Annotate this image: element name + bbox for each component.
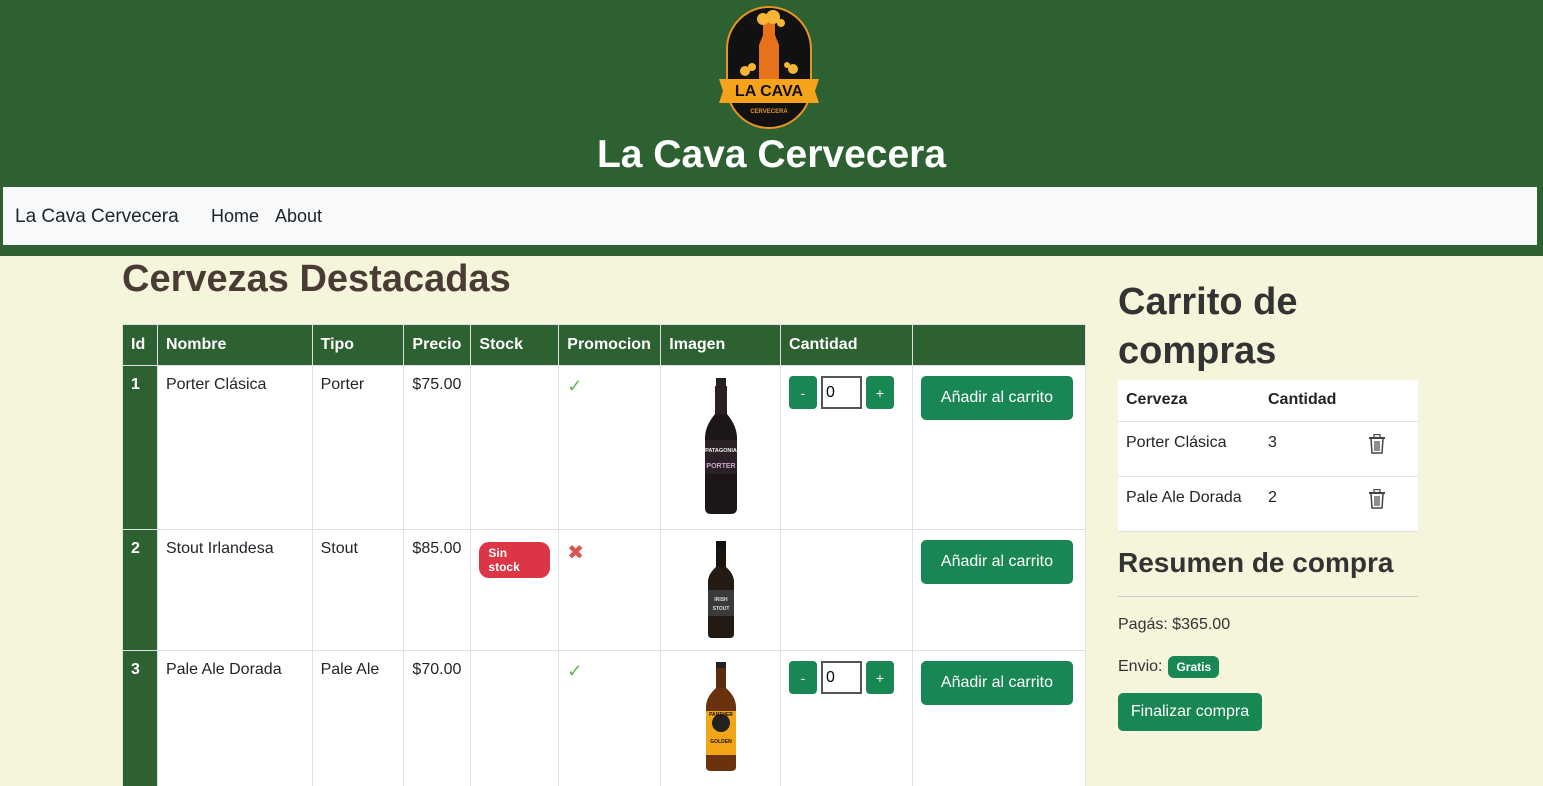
pale-ale-bottle-image: PANTHER GOLDEN [705,662,736,771]
col-nombre: Nombre [156,324,313,366]
decrement-button[interactable]: - [789,661,818,694]
col-precio: Precio [403,324,472,366]
trash-icon[interactable] [1368,488,1386,509]
porter-bottle-image: PATAGONIA PORTER [704,378,737,514]
free-shipping-badge: Gratis [1168,656,1220,678]
cross-icon: ✖ [567,542,585,564]
logo-text: LA CAVA [735,83,804,100]
bottle-label: IRISH [714,597,728,603]
logo-subtext: CERVECERA [750,109,788,115]
cart-item-actions [1360,476,1418,532]
col-cantidad: Cantidad [780,324,913,366]
trash-icon[interactable] [1368,433,1386,454]
cart-item-name: Pale Ale Dorada [1118,476,1260,532]
site-title: La Cava Cervecera [596,133,947,176]
increment-button[interactable]: + [866,376,895,409]
row-id: 2 [122,529,158,651]
bottle-label2: PORTER [706,463,735,470]
row-id: 3 [122,650,158,786]
bottle-label2: STOUT [712,606,729,612]
check-icon: ✓ [567,661,583,681]
col-imagen: Imagen [660,324,782,366]
row-precio: $70.00 [403,650,472,786]
products-table: Id Nombre Tipo Precio Stock Promocion Im… [122,324,1087,786]
total-pay-text: Pagás: $365.00 [1118,616,1231,633]
cart-table: Cerveza Cantidad Porter Clásica 3 Pale A… [1118,380,1418,532]
nav-link-about[interactable]: About [275,206,322,227]
row-stock [470,365,560,530]
shipping-label: Envio: [1118,658,1163,675]
add-to-cart-button[interactable]: Añadir al carrito [920,376,1073,420]
row-id: 1 [122,365,158,530]
cart-header-row: Cerveza Cantidad [1118,380,1418,422]
table-row: 2 Stout Irlandesa Stout $85.00 Sin stock… [122,529,1087,651]
row-cantidad [780,529,913,651]
row-precio: $85.00 [403,529,472,651]
col-stock: Stock [470,324,560,366]
nav-link-home[interactable]: Home [211,206,259,227]
cart-row: Porter Clásica 3 [1118,421,1418,477]
row-nombre: Porter Clásica [156,365,313,530]
cart-item-qty: 2 [1260,476,1360,532]
shipping-row: Envio: Gratis [1118,656,1220,678]
cart-col-actions [1360,380,1418,422]
row-promocion: ✖ [558,529,662,651]
summary-divider [1118,596,1418,597]
bottle-label: PANTHER [709,712,733,718]
table-row: 1 Porter Clásica Porter $75.00 ✓ PATAGON… [122,365,1087,530]
finish-purchase-button[interactable]: Finalizar compra [1118,693,1262,731]
col-id: Id [122,324,158,366]
navbar: La Cava Cervecera Home About [3,187,1537,245]
row-tipo: Pale Ale [311,650,405,786]
cart-item-actions [1360,421,1418,477]
row-promocion: ✓ [558,365,662,530]
table-row: 3 Pale Ale Dorada Pale Ale $70.00 ✓ PANT… [122,650,1087,786]
bottle-label2: GOLDEN [710,739,732,745]
cart-col-cerveza: Cerveza [1118,380,1260,422]
la-cava-logo: LA CAVA CERVECERA [719,6,819,129]
row-imagen: PANTHER GOLDEN [660,650,782,786]
cart-item-qty: 3 [1260,421,1360,477]
row-stock [470,650,560,786]
col-tipo: Tipo [311,324,405,366]
cart-item-name: Porter Clásica [1118,421,1260,477]
row-nombre: Stout Irlandesa [156,529,313,651]
row-actions: Añadir al carrito [911,365,1087,530]
featured-title: Cervezas Destacadas [122,258,511,300]
summary-title: Resumen de compra [1118,547,1394,578]
add-to-cart-button[interactable]: Añadir al carrito [920,661,1073,705]
row-promocion: ✓ [558,650,662,786]
row-imagen: PATAGONIA PORTER [660,365,782,530]
row-actions: Añadir al carrito [911,650,1087,786]
navbar-brand[interactable]: La Cava Cervecera [15,206,179,228]
row-nombre: Pale Ale Dorada [156,650,313,786]
row-cantidad: - + [780,365,913,530]
col-promocion: Promocion [558,324,662,366]
row-actions: Añadir al carrito [911,529,1087,651]
bottle-label: PATAGONIA [705,448,737,454]
cart-title: Carrito de compras [1118,281,1298,372]
row-imagen: IRISH STOUT [660,529,782,651]
row-precio: $75.00 [403,365,472,530]
row-stock: Sin stock [470,529,560,651]
increment-button[interactable]: + [866,661,895,694]
row-tipo: Stout [311,529,405,651]
stout-bottle-image: IRISH STOUT [707,541,734,638]
products-header-row: Id Nombre Tipo Precio Stock Promocion Im… [122,324,1087,366]
quantity-input[interactable] [821,376,863,409]
cart-row: Pale Ale Dorada 2 [1118,476,1418,532]
decrement-button[interactable]: - [789,376,818,409]
row-cantidad: - + [780,650,913,786]
quantity-input[interactable] [821,661,863,694]
out-of-stock-badge: Sin stock [479,542,551,578]
cart-col-cantidad: Cantidad [1260,380,1360,422]
check-icon: ✓ [567,376,583,396]
row-tipo: Porter [311,365,405,530]
col-actions [911,324,1087,366]
add-to-cart-button[interactable]: Añadir al carrito [920,540,1073,584]
